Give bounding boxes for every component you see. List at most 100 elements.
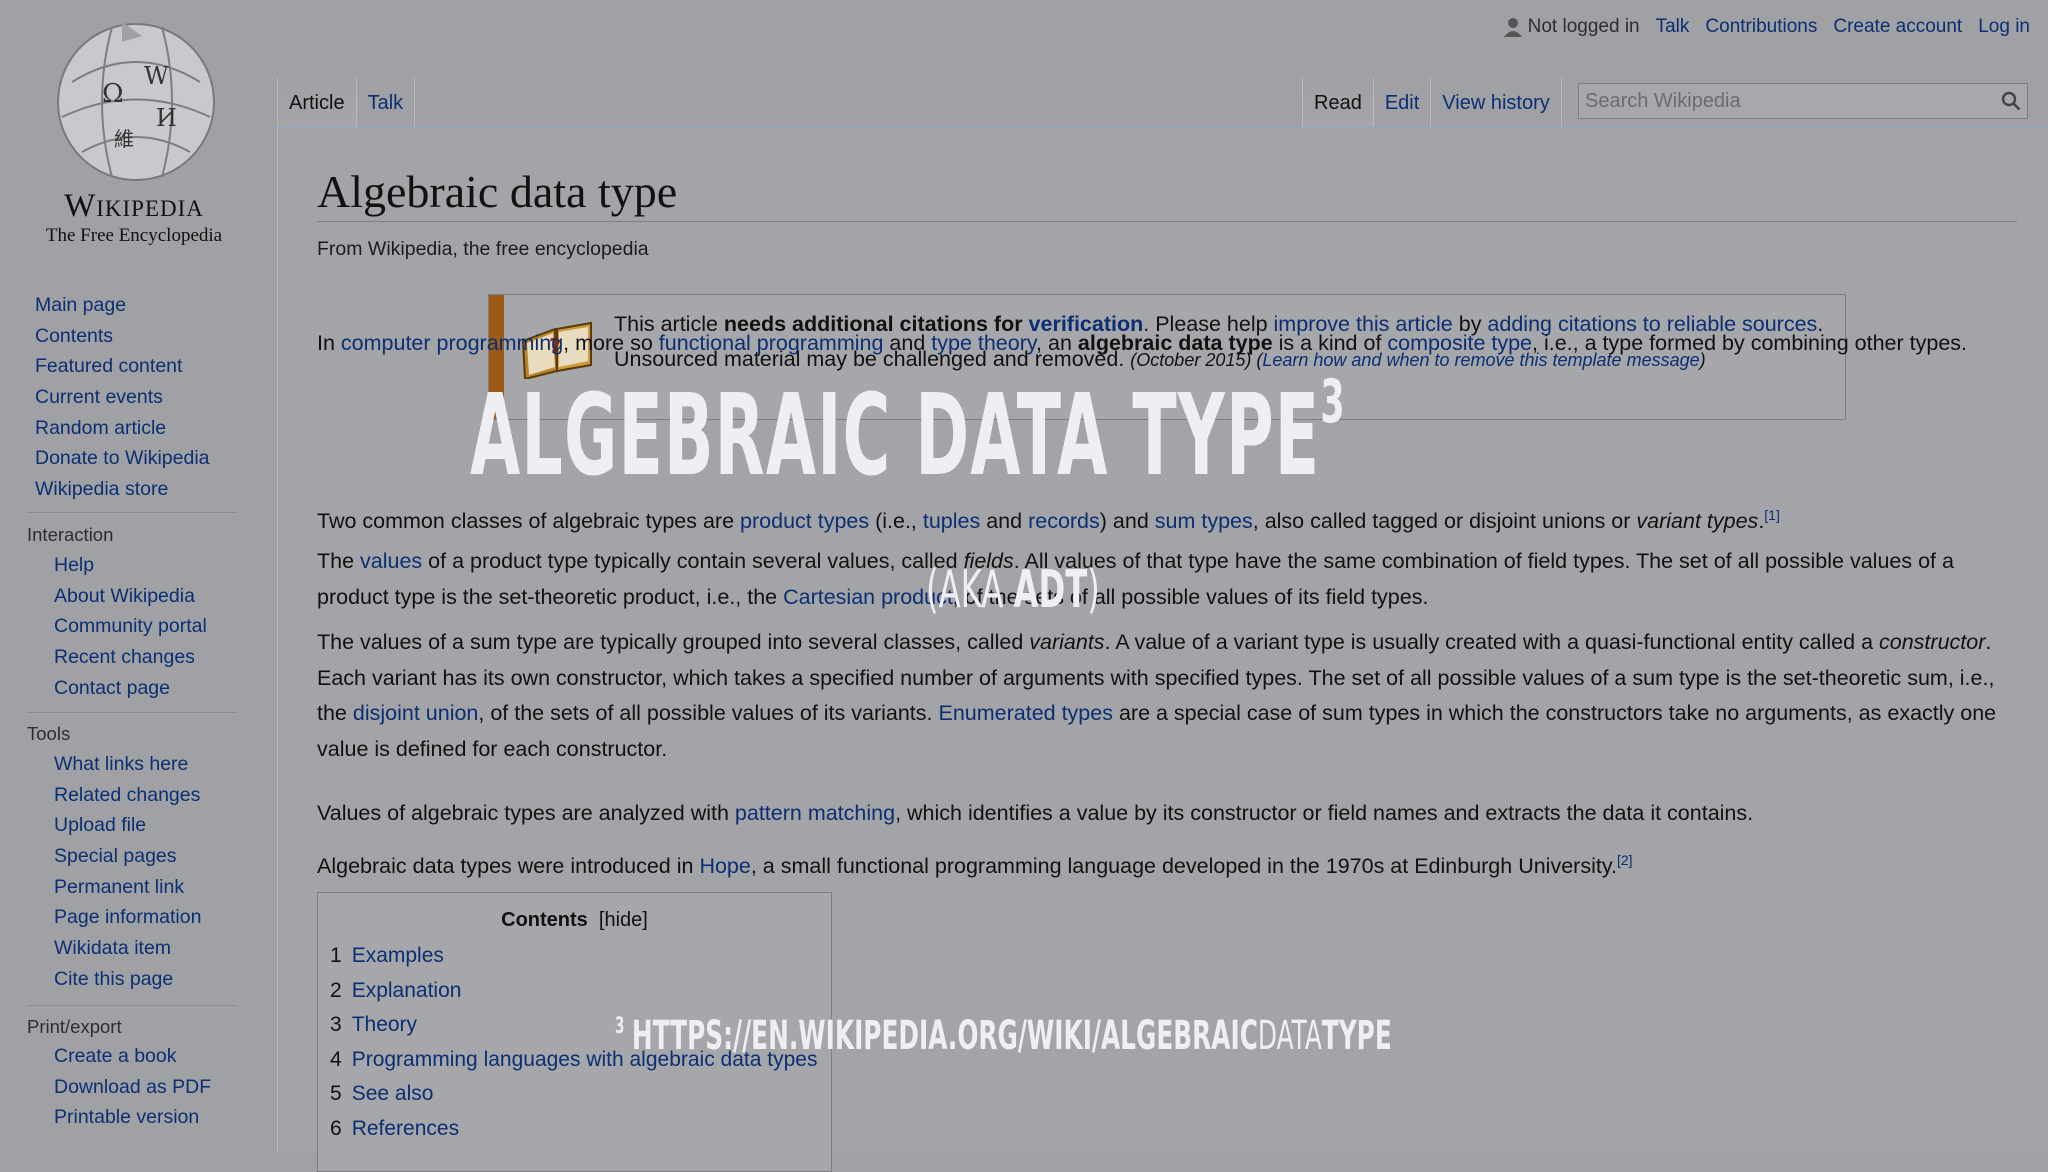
toc-item-number: 3 [330,1013,342,1036]
product-types-link[interactable]: product types [740,509,869,533]
toc-item-number: 1 [330,944,342,967]
overlay-title: ALGEBRAIC DATA TYPE3 [470,372,1346,492]
p5-text-b: , which identifies a value by its constr… [895,801,1754,825]
sidebar-main-item[interactable]: Wikipedia store [35,474,210,505]
sidebar-main-item[interactable]: Contents [35,321,210,352]
svg-text:Ω: Ω [102,79,124,109]
sidebar-tools-item-label: Page information [54,906,202,929]
tab-read[interactable]: Read [1302,78,1373,128]
tab-article-label: Article [289,91,345,114]
sidebar-main-item-label: Donate to Wikipedia [35,447,210,470]
records-link[interactable]: records [1028,509,1100,533]
toc-item-label: Examples [351,944,444,967]
tab-article[interactable]: Article [277,78,356,128]
sidebar-main-item[interactable]: Random article [35,413,210,444]
sidebar-tools-item-label: Permanent link [54,875,185,898]
svg-text:И: И [156,104,177,132]
sidebar-main-item[interactable]: Donate to Wikipedia [35,443,210,474]
composite-type-link[interactable]: composite type [1387,331,1532,355]
overlay-footnote-b: DATA [1257,1013,1322,1059]
p4-text-b: . A value of a variant type is usually c… [1104,630,1880,654]
tab-view-history[interactable]: View history [1430,78,1562,128]
sum-types-link[interactable]: sum types [1155,509,1253,533]
page-title: Algebraic data type [317,166,678,217]
reference-2-link[interactable]: [2] [1617,852,1633,868]
sidebar-main-item[interactable]: Featured content [35,351,210,382]
tab-edit[interactable]: Edit [1372,78,1430,128]
sidebar-tools-item[interactable]: What links here [54,749,201,780]
toc-item[interactable]: 6 References [330,1112,817,1147]
toc-item[interactable]: 2 Explanation [330,974,817,1009]
wikipedia-globe-logo[interactable]: Ω W И 維 [52,22,220,182]
search-box [1578,83,2028,119]
paragraph-6: Algebraic data types were introduced in … [317,843,2017,885]
sidebar-tools-item-label: Related changes [54,783,201,806]
overlay-footnote-a: HTTPS://EN.WIKIPEDIA.ORG/WIKI/ALGEBRAIC [631,1013,1258,1059]
sidebar-interaction-item-label: Help [54,554,95,576]
interaction-heading: Interaction [27,524,114,545]
namespace-tabs: Article Talk [277,78,416,128]
computer-programming-link[interactable]: computer programming [341,331,563,355]
divider [27,512,237,513]
sidebar-interaction-item[interactable]: Help [54,550,207,581]
paragraph-5: Values of algebraic types are analyzed w… [317,796,2017,832]
type-theory-link[interactable]: type theory [931,331,1036,355]
sidebar-tools-item[interactable]: Upload file [54,810,201,841]
sidebar-tools-item[interactable]: Special pages [54,841,201,872]
values-link[interactable]: values [360,549,422,573]
svg-text:W: W [144,62,169,90]
p2-text-a: Two common classes of algebraic types ar… [317,509,741,534]
toc-item[interactable]: 5 See also [330,1077,817,1112]
toc-item-number: 2 [330,978,342,1002]
tab-talk-label: Talk [367,91,404,114]
sidebar-main-item-label: Featured content [35,355,183,378]
sidebar-tools-item[interactable]: Cite this page [54,964,201,995]
enumerated-types-link[interactable]: Enumerated types [938,701,1113,725]
sidebar-tools-item-label: Cite this page [54,967,174,990]
p1-text-c: and [883,331,932,355]
sidebar-interaction-item[interactable]: Contact page [54,673,207,704]
search-icon[interactable] [2001,91,2021,111]
overlay-subtitle: (AKA ADT) [926,564,1100,616]
p1-text-d: , an [1036,331,1078,355]
log-in-link[interactable]: Log in [1978,16,2030,38]
pattern-matching-link[interactable]: pattern matching [735,801,895,825]
toc-item-label: References [351,1116,460,1140]
disjoint-union-link[interactable]: disjoint union [353,701,479,725]
sidebar-tools-item[interactable]: Permanent link [54,872,201,903]
functional-programming-link[interactable]: functional programming [659,331,884,355]
contributions-link[interactable]: Contributions [1705,16,1817,38]
p1-text-e: is a kind of [1272,331,1388,355]
not-logged-in: Not logged in [1503,16,1640,38]
p2-text-b: (i.e., [869,509,923,534]
sidebar-main-item[interactable]: Current events [35,382,210,413]
sidebar-print-item-label: Printable version [54,1106,200,1129]
sidebar-print-item[interactable]: Download as PDF [54,1072,211,1103]
talk-link[interactable]: Talk [1656,16,1690,38]
sidebar-main-item[interactable]: Main page [35,290,210,321]
search-input[interactable] [1579,84,1991,118]
reference-1-link[interactable]: [1] [1764,507,1780,523]
sidebar-tools-item[interactable]: Related changes [54,780,201,811]
sidebar-interaction-item[interactable]: Recent changes [54,642,207,673]
not-logged-in-text: Not logged in [1527,16,1640,37]
sidebar-print-item[interactable]: Create a book [54,1041,211,1072]
create-account-link[interactable]: Create account [1833,16,1962,38]
hope-link[interactable]: Hope [699,854,750,878]
toc-item[interactable]: 1 Examples [330,939,817,974]
interaction-navigation: Help About Wikipedia Community portal Recen… [54,550,207,703]
p6-text-b: , a small functional programming languag… [750,854,1617,879]
toc-item-number: 4 [330,1047,342,1071]
sidebar-tools-item[interactable]: Wikidata item [54,933,201,964]
print-export-heading: Print/export [27,1016,122,1037]
sidebar-interaction-item[interactable]: About Wikipedia [54,581,207,612]
sidebar-interaction-item[interactable]: Community portal [54,611,207,642]
tuples-link[interactable]: tuples [923,509,980,533]
article-content: Algebraic data type From Wikipedia, the … [277,128,2048,1172]
site-subtitle: From Wikipedia, the free encyclopedia [317,238,649,260]
toc-hide-toggle[interactable]: [hide] [599,909,648,931]
sidebar-tools-item[interactable]: Page information [54,902,201,933]
tab-talk[interactable]: Talk [355,78,416,128]
sidebar-print-item[interactable]: Printable version [54,1102,211,1133]
sidebar-tools-item-label: Upload file [54,814,147,837]
